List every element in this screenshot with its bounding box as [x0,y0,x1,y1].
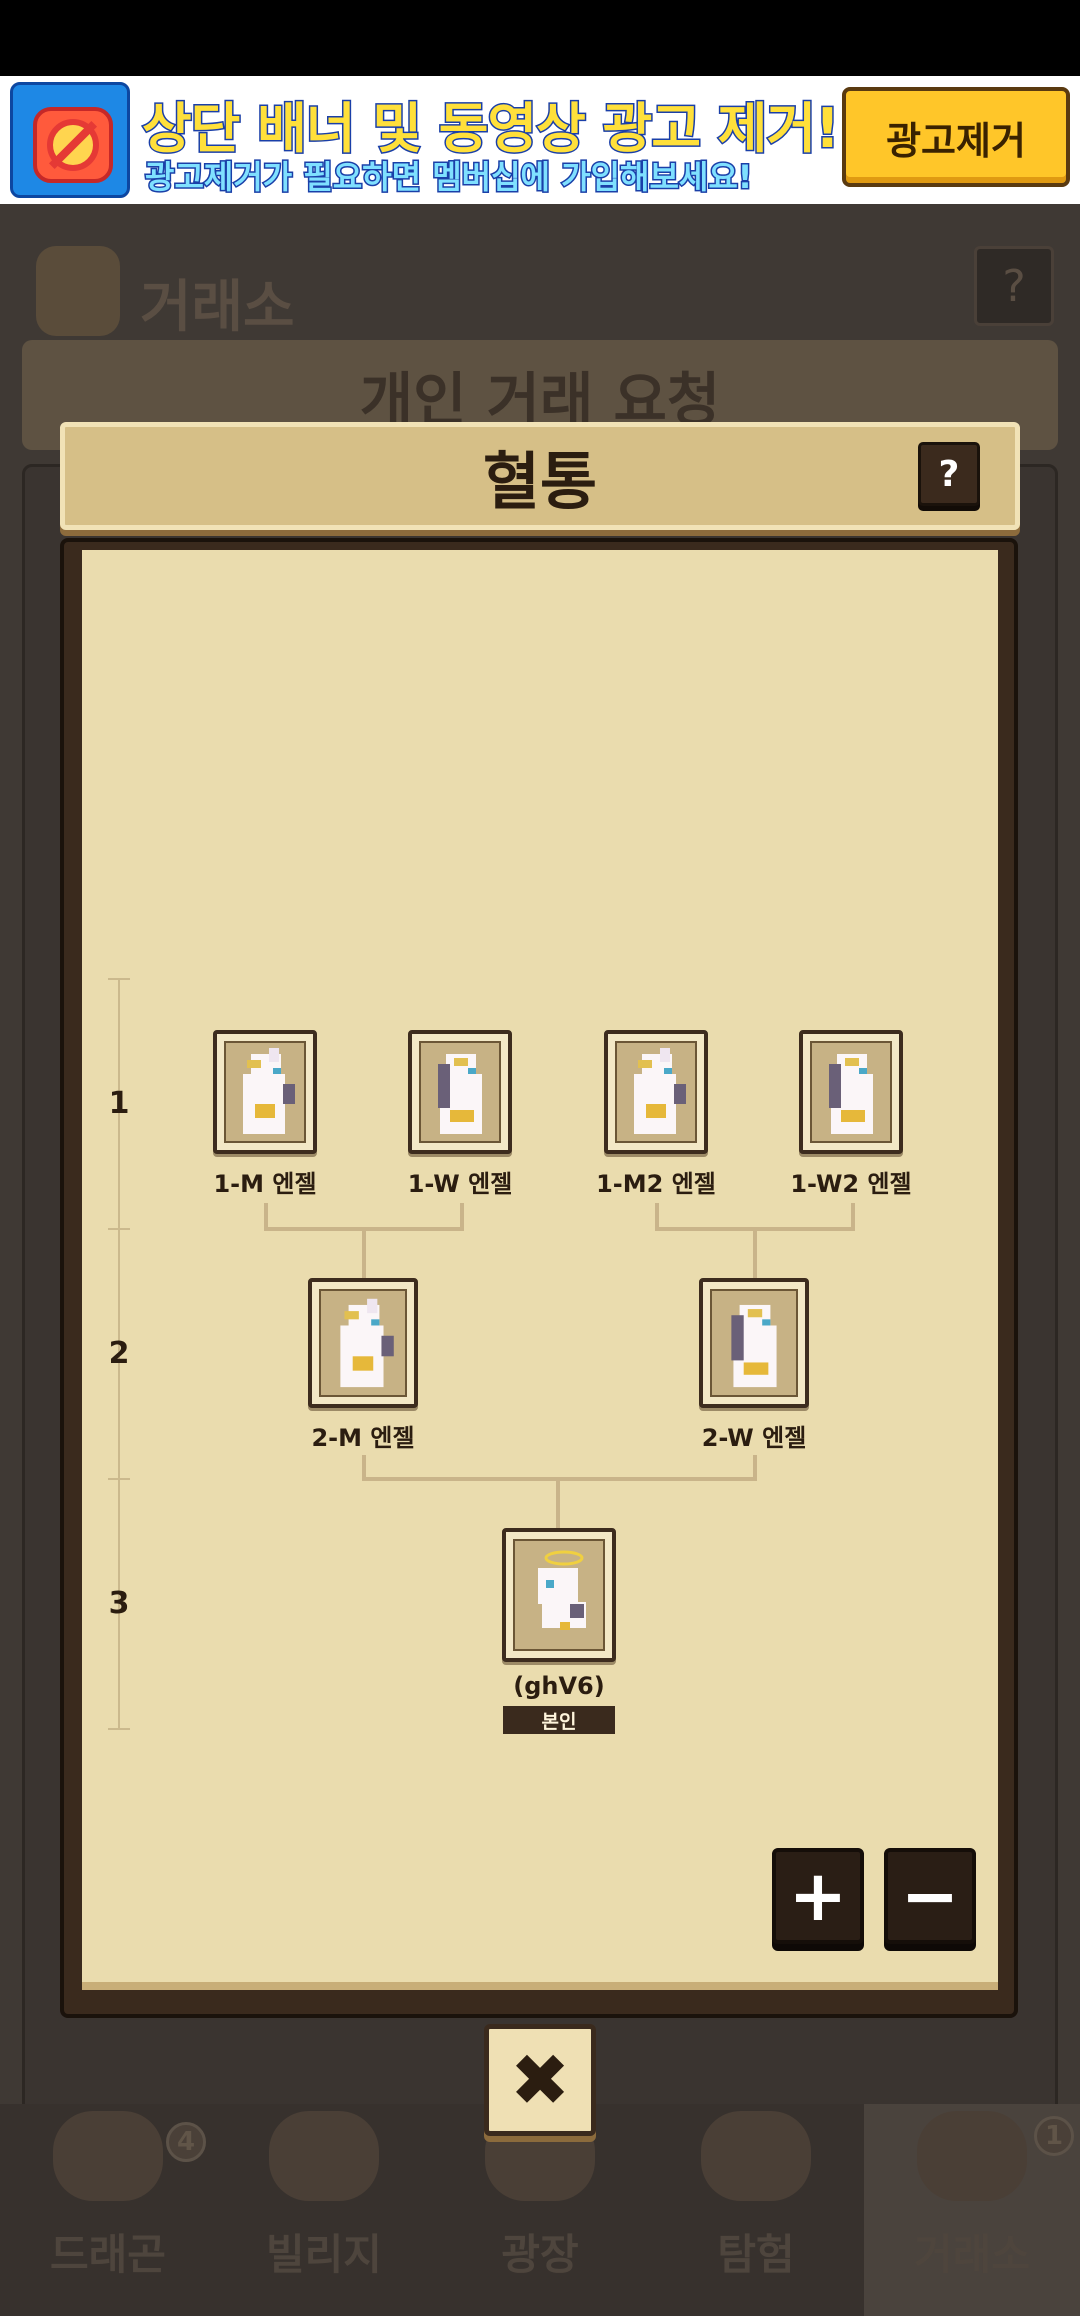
nav-badge: 1 [1034,2116,1074,2156]
nav-item-exchange: 거래소 1 [864,2104,1080,2316]
generation-label: 1 [108,1086,130,1121]
angel-dragon-icon [634,1048,686,1134]
tree-connector [753,1227,757,1279]
self-name: (ghV6) [513,1672,605,1700]
background-help-button: ? [974,246,1054,326]
self-badge: 본인 [503,1706,615,1734]
pedigree-name: 1-M 엔젤 [213,1170,317,1198]
axis-tick [108,1728,130,1730]
tree-connector [362,1227,366,1279]
generation-label: 2 [108,1336,130,1371]
modal-title: 혈통 [482,445,598,518]
pedigree-card[interactable] [799,1030,903,1154]
compass-icon [701,2111,811,2201]
nav-label: 탐험 [717,2230,795,2279]
nav-item-dragon: 드래곤 4 [0,2104,216,2316]
zoom-in-button[interactable]: + [772,1848,864,1944]
remove-ads-button[interactable]: 광고제거 [842,87,1070,187]
pedigree-card[interactable] [699,1278,809,1408]
tree-connector [556,1477,560,1529]
generation-label: 3 [108,1586,130,1621]
close-icon: ✖ [509,2038,571,2122]
pedigree-card[interactable] [308,1278,418,1408]
self-pedigree-card[interactable] [502,1528,616,1662]
nav-label: 드래곤 [50,2230,166,2279]
axis-tick [108,1228,130,1230]
angel-dragon-icon [340,1298,394,1388]
scale-icon [36,246,120,336]
nav-label: 광장 [501,2230,579,2279]
pedigree-name: 1-M2 엔젤 [596,1170,716,1198]
ad-banner-subtitle: 광고제거가 필요하면 멤버십에 가입해보세요! [143,157,753,198]
help-button[interactable]: ? [918,442,980,506]
zoom-out-button[interactable]: − [884,1848,976,1944]
nav-label: 거래소 [914,2230,1030,2279]
ad-banner[interactable]: 상단 배너 및 동영상 광고 제거! 광고제거가 필요하면 멤버십에 가입해보세… [0,76,1080,204]
nav-badge: 4 [166,2122,206,2162]
axis-tick [108,978,130,980]
close-button[interactable]: ✖ [484,2024,596,2136]
pedigree-card[interactable] [604,1030,708,1154]
pedigree-name: 2-M 엔젤 [311,1424,415,1452]
background-title: 거래소 [140,275,295,340]
baby-angel-dragon-icon [538,1550,586,1630]
angel-dragon-icon [243,1048,295,1134]
pedigree-name: 1-W 엔젤 [407,1170,513,1198]
axis-tick [108,1478,130,1480]
nav-item-explore: 탐험 [648,2104,864,2316]
angel-dragon-icon [438,1054,482,1134]
pedigree-card[interactable] [213,1030,317,1154]
angel-dragon-icon [829,1054,873,1134]
status-bar [0,0,1080,76]
pedigree-card[interactable] [408,1030,512,1154]
pedigree-name: 1-W2 엔젤 [790,1170,912,1198]
nav-item-village: 빌리지 [216,2104,432,2316]
pedigree-name: 2-W 엔젤 [701,1424,807,1452]
village-icon [269,2111,379,2201]
nav-label: 빌리지 [266,2230,382,2279]
pedigree-tree-canvas[interactable] [82,550,998,1982]
angel-dragon-icon [731,1304,777,1388]
dragon-icon [53,2111,163,2201]
no-ads-alarm-icon [10,82,130,198]
scale-icon [917,2111,1027,2201]
